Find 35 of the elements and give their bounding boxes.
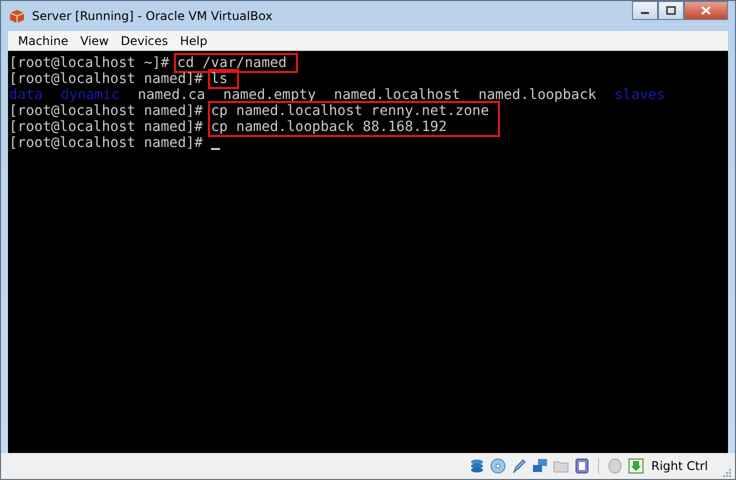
file-name: named.ca: [138, 87, 206, 103]
chip-icon[interactable]: [574, 458, 590, 474]
menu-item[interactable]: Machine: [12, 34, 74, 48]
file-name: named.localhost: [334, 87, 460, 103]
pen-icon[interactable]: [511, 458, 528, 474]
shell-command: cp named.localhost renny.net.zone: [210, 103, 490, 119]
minimize-button[interactable]: [632, 1, 658, 20]
menu-item[interactable]: Help: [174, 34, 214, 48]
network-icon[interactable]: [532, 458, 548, 474]
shell-prompt: [root@localhost named]#: [9, 135, 203, 151]
directory-name: dynamic: [60, 87, 120, 103]
shell-prompt: [root@localhost named]#: [9, 71, 203, 87]
maximize-icon: [666, 6, 676, 15]
file-name: named.loopback: [478, 87, 596, 103]
directory-name: slaves: [614, 87, 665, 103]
arrow-down-icon[interactable]: [628, 458, 644, 474]
cube-icon: [8, 8, 26, 24]
close-button[interactable]: [684, 1, 728, 20]
resize-grip-icon[interactable]: [721, 467, 731, 477]
disc-icon[interactable]: [490, 458, 506, 474]
directory-name: data: [9, 87, 43, 103]
shell-prompt: [root@localhost named]#: [9, 119, 203, 135]
menu-item[interactable]: Devices: [114, 34, 174, 48]
menu-item[interactable]: View: [74, 34, 115, 48]
disks-icon[interactable]: [469, 458, 486, 474]
file-name: named.empty: [223, 87, 316, 103]
host-key-label: Right Ctrl: [651, 459, 708, 473]
window-title: Server [Running] - Oracle VM VirtualBox: [32, 9, 272, 23]
maximize-button[interactable]: [658, 1, 684, 20]
close-icon: [701, 6, 711, 15]
shell-prompt: [root@localhost named]#: [9, 103, 203, 119]
shell-command: ls: [210, 71, 228, 87]
shell-command: cd /var/named: [177, 55, 287, 71]
shell-command: cp named.loopback 88.168.192: [210, 119, 448, 135]
shell-prompt: [root@localhost ~]#: [9, 55, 170, 71]
